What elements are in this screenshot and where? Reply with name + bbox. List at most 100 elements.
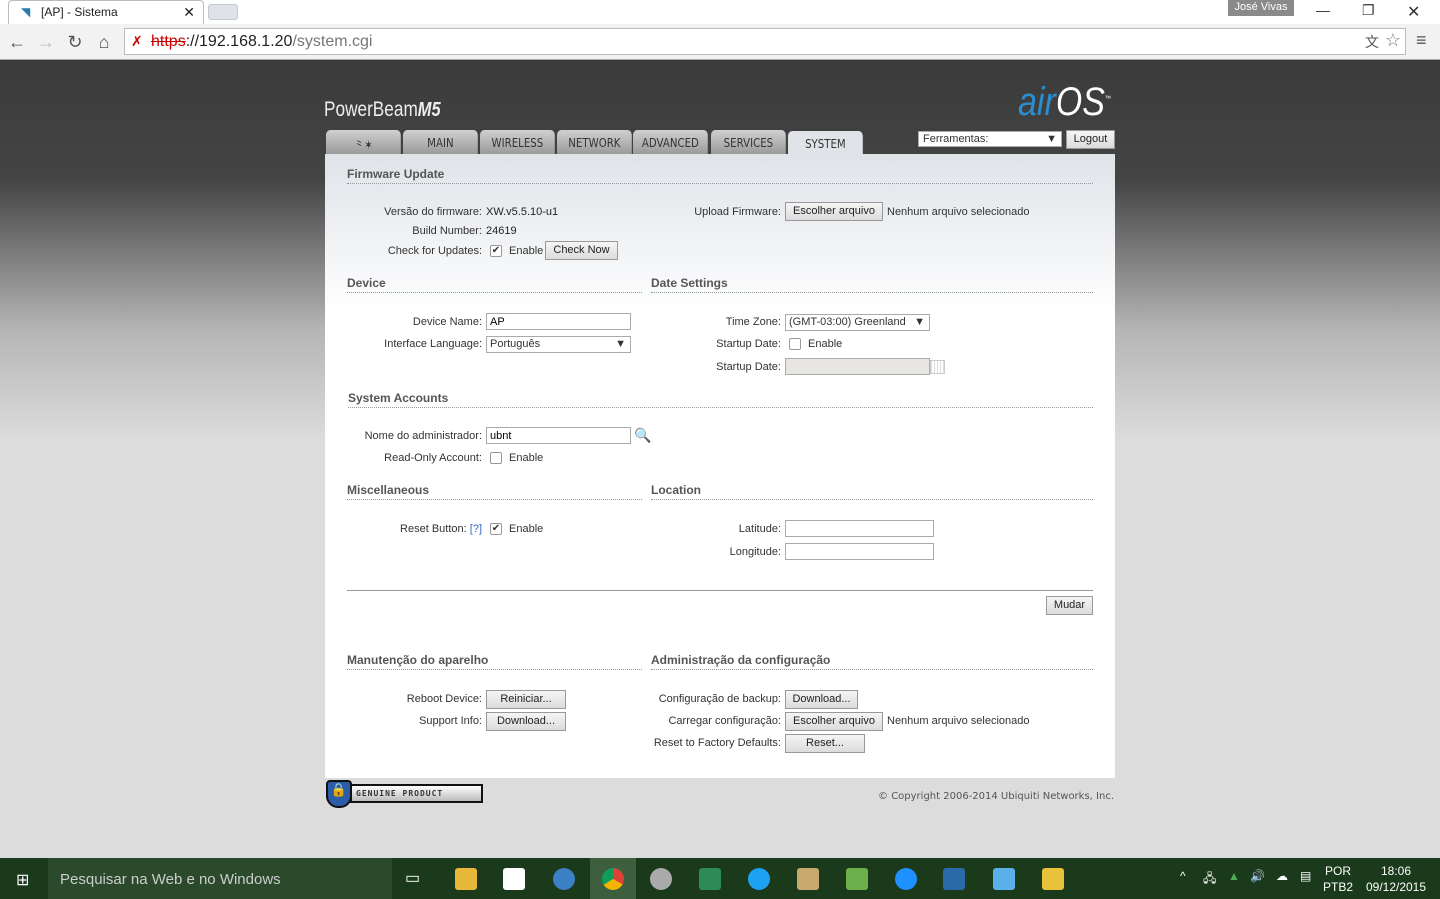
app-icon[interactable] [943,868,965,890]
startup-date-input[interactable] [785,358,930,375]
factory-reset-button[interactable]: Reset... [785,734,865,753]
app-icon[interactable] [1042,868,1064,890]
date-settings-section-title: Date Settings [651,276,1093,293]
internet-explorer-icon[interactable] [895,868,917,890]
tab-title: [AP] - Sistema [41,5,118,19]
load-config-choose-file[interactable]: Escolher arquivo [785,712,883,731]
network-warning-icon[interactable]: 🖧 [1203,869,1216,890]
check-updates-label: Check for Updates: [387,245,482,257]
url-path: /system.cgi [292,33,373,50]
dropdown-arrow-icon: ▼ [1046,133,1057,145]
chrome-taskbar-active[interactable] [590,858,636,899]
input-language-code: POR [1324,864,1351,878]
reload-icon[interactable]: ↻ [65,32,85,53]
back-icon[interactable]: ← [7,32,27,53]
location-section-title: Location [651,483,1093,500]
interface-language-label: Interface Language: [384,338,482,350]
menu-icon[interactable]: ≡ [1416,30,1427,51]
reset-button-label: Reset Button: [400,523,467,535]
tab-network[interactable]: NETWORK [557,130,632,154]
product-model: M5 [417,99,441,121]
chrome-icon [602,868,624,890]
show-hidden-icons-icon[interactable]: ^ [1180,869,1186,883]
latitude-input[interactable] [785,520,934,537]
time-zone-label: Time Zone: [725,316,781,328]
volume-icon[interactable]: 🔊 [1250,869,1265,883]
translate-icon[interactable]: ⽂ [1365,32,1379,52]
app-icon[interactable] [993,868,1015,890]
home-icon[interactable]: ⌂ [94,32,114,53]
genuine-product-badge: GENUINE PRODUCT [350,784,483,803]
taskbar-search[interactable]: Pesquisar na Web e no Windows [48,858,392,899]
tab-advanced[interactable]: ADVANCED [633,130,708,154]
calendar-icon[interactable] [930,360,945,374]
new-tab-button[interactable] [208,4,238,20]
startup-date-label: Startup Date: [716,361,781,373]
logout-button[interactable]: Logout [1066,130,1115,149]
browser-tab[interactable]: ◥ [AP] - Sistema ✕ [8,0,204,24]
store-icon[interactable] [503,868,525,890]
close-tab-icon[interactable]: ✕ [183,4,195,21]
tab-services[interactable]: SERVICES [711,130,786,154]
url-scheme: https [151,33,186,50]
notifications-icon[interactable]: ▤ [1300,869,1311,883]
bookmark-star-icon[interactable]: ☆ [1385,30,1401,51]
close-window-icon[interactable]: ✕ [1407,2,1420,22]
google-drive-icon[interactable]: ▲ [1228,869,1240,883]
interface-language-value: Português [490,338,541,350]
admin-name-input[interactable] [486,427,631,444]
maintenance-section-title: Manutenção do aparelho [347,653,642,670]
tab-ubiquiti-logo[interactable]: ⺀✶ [326,130,401,154]
key-icon[interactable]: 🔍 [634,427,651,444]
check-now-button[interactable]: Check Now [545,241,618,260]
profile-user[interactable]: José Vivas [1228,0,1294,16]
brand-name: airOS [1018,80,1105,124]
tools-select[interactable]: Ferramentas: ▼ [918,131,1062,147]
reboot-device-label: Reboot Device: [406,693,482,705]
firmware-version-label: Versão do firmware: [384,206,482,218]
forward-icon[interactable]: → [36,32,56,53]
help-link[interactable]: [?] [470,523,482,535]
clock[interactable]: 18:06 09/12/2015 [1362,863,1430,895]
windows-start-icon[interactable]: ⊞ [16,870,29,890]
change-button[interactable]: Mudar [1046,596,1093,615]
address-bar[interactable]: ✗ https://192.168.1.20/system.cgi ⽂ ☆ [124,28,1406,55]
reboot-button[interactable]: Reiniciar... [486,690,566,709]
build-number: 24619 [486,225,517,237]
device-name-label: Device Name: [412,316,482,328]
read-only-checkbox[interactable] [490,452,502,464]
airos-logo: airOS™ [1018,80,1111,125]
time-zone-value: (GMT-03:00) Greenland [789,316,906,328]
keyboard-layout-code: PTB2 [1322,880,1353,894]
backup-download-button[interactable]: Download... [785,690,858,709]
time-zone-select[interactable]: (GMT-03:00) Greenland ▼ [785,314,930,331]
tab-system[interactable]: SYSTEM [788,131,863,155]
task-view-icon[interactable]: ▭ [405,868,420,888]
restore-icon[interactable]: ❐ [1362,2,1375,19]
check-updates-enable-label: Enable [509,245,544,257]
longitude-input[interactable] [785,543,934,560]
upload-firmware-choose-file[interactable]: Escolher arquivo [785,202,883,221]
sync-icon[interactable]: ☁ [1276,869,1288,883]
config-section-title: Administração da configuração [651,653,1093,670]
input-language[interactable]: POR PTB2 [1322,863,1354,895]
support-info-download-button[interactable]: Download... [486,712,566,731]
outlook-icon[interactable] [553,868,575,890]
paint-icon[interactable] [797,868,819,890]
app-icon[interactable] [650,868,672,890]
twitter-icon[interactable] [748,868,770,890]
upload-firmware-label: Upload Firmware: [694,206,781,218]
misc-section-title: Miscellaneous [347,483,642,500]
app-icon[interactable] [846,868,868,890]
app-icon[interactable] [699,868,721,890]
build-number-label: Build Number: [412,225,482,237]
check-updates-checkbox[interactable]: ✔ [490,245,502,257]
startup-enable-text: Enable [808,338,843,350]
tab-main[interactable]: MAIN [403,130,478,154]
minimize-icon[interactable]: — [1316,2,1330,18]
reset-button-checkbox[interactable]: ✔ [490,523,502,535]
startup-date-checkbox[interactable] [789,338,801,350]
admin-name-label: Nome do administrador: [364,430,482,442]
tab-wireless[interactable]: WIRELESS [480,130,555,154]
file-explorer-icon[interactable] [455,868,477,890]
